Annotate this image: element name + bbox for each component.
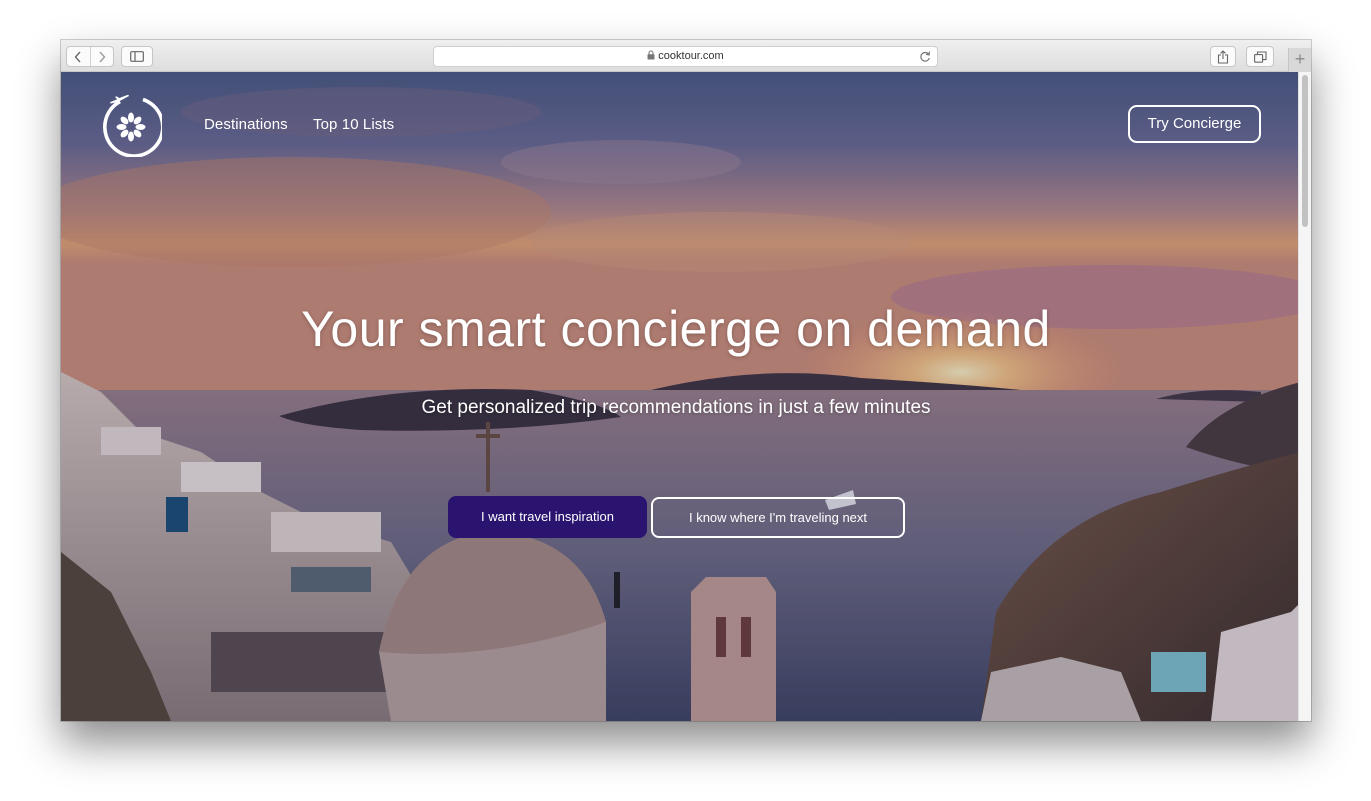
back-button[interactable] [67,47,90,66]
url-display: cooktour.com [434,47,937,66]
reload-icon[interactable] [919,50,931,68]
vertical-scrollbar[interactable] [1298,72,1311,721]
browser-window: cooktour.com + Destinations Top 10 Lists… [61,40,1311,721]
hero-headline: Your smart concierge on demand [301,301,1051,357]
browser-toolbar: cooktour.com + [61,40,1311,72]
address-bar[interactable]: cooktour.com [433,46,938,67]
lock-icon [647,48,655,67]
new-tab-button[interactable]: + [1288,48,1311,72]
nav-link-destinations[interactable]: Destinations [204,116,288,133]
plane-flower-logo-icon [103,94,165,158]
chevron-right-icon [99,51,106,62]
nav-link-top-10-lists[interactable]: Top 10 Lists [313,116,394,133]
hero-subheadline: Get personalized trip recommendations in… [421,397,931,418]
sidebar-button[interactable] [121,46,153,67]
forward-button[interactable] [89,47,114,66]
travel-inspiration-button[interactable]: I want travel inspiration [448,496,647,538]
try-concierge-button[interactable]: Try Concierge [1128,105,1261,143]
share-button[interactable] [1210,46,1236,67]
chevron-left-icon [74,51,81,62]
logo[interactable] [98,93,165,162]
know-destination-button[interactable]: I know where I'm traveling next [651,497,905,538]
scrollbar-thumb[interactable] [1302,75,1308,227]
url-text: cooktour.com [658,50,724,62]
page-viewport: Destinations Top 10 Lists Try Concierge … [61,72,1311,721]
back-forward-group [66,46,114,67]
share-icon [1217,49,1229,64]
tabs-overview-button[interactable] [1246,46,1274,67]
sidebar-icon [130,51,144,62]
tabs-icon [1253,50,1267,63]
